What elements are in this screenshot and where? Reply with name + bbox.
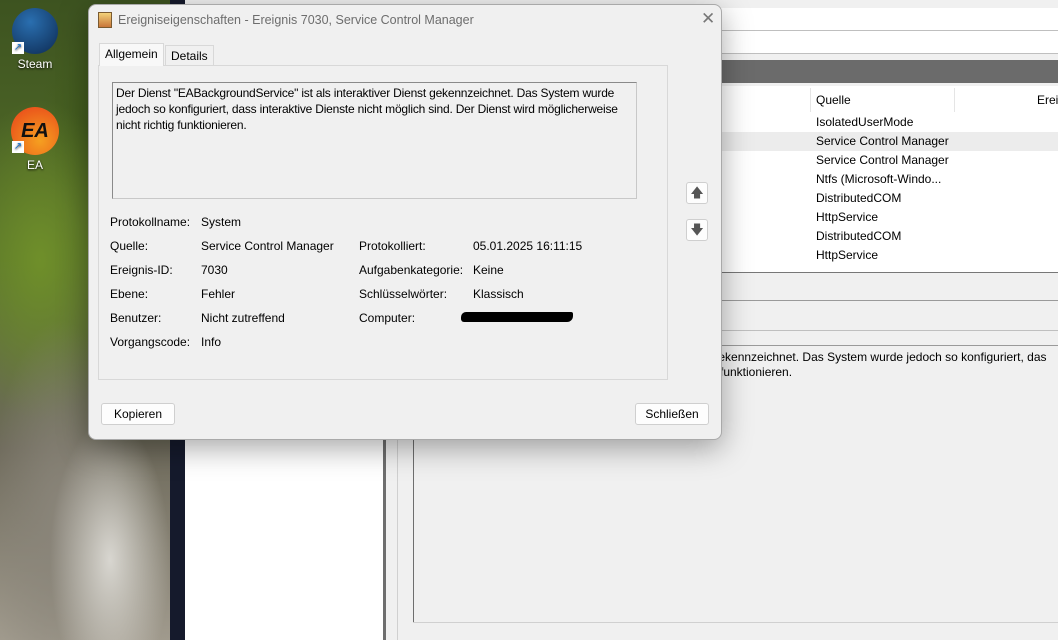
next-event-button[interactable]: 🡇 [686,219,708,241]
computer-label: Computer: [359,311,416,325]
desktop-icon-label: EA [26,158,43,172]
shortcut-arrow-icon: ↗ [12,42,24,54]
log-name-label: Protokollname: [110,215,191,229]
table-row[interactable]: Service Control Manager [816,151,1058,170]
task-category-label: Aufgabenkategorie: [359,263,464,277]
event-id-value: 7030 [201,263,228,277]
navigation-pane[interactable] [185,440,383,640]
tab-allgemein[interactable]: Allgemein [99,43,164,66]
table-row[interactable]: IsolatedUserMode [816,113,1058,132]
event-properties-dialog: Ereigniseigenschaften - Ereignis 7030, S… [88,4,722,440]
event-description-box[interactable]: Der Dienst "EABackgroundService" ist als… [112,82,637,199]
level-value: Fehler [201,287,236,301]
table-row[interactable]: Ntfs (Microsoft-Windo... [816,170,1058,189]
event-preview-text: t gekennzeichnet. Das System wurde jedoc… [705,350,1047,364]
table-row[interactable]: DistributedCOM [816,189,1058,208]
arrow-down-icon: 🡇 [690,222,704,237]
column-header-quelle[interactable]: Quelle [816,93,851,107]
table-row[interactable]: Service Control Manager [816,132,1058,151]
task-category-value: Keine [473,263,504,277]
table-row[interactable]: HttpService [816,208,1058,227]
column-header-ereignis[interactable]: Ereig [1037,93,1058,107]
computer-value-redacted [461,312,573,322]
source-label: Quelle: [110,239,149,253]
close-button[interactable]: Schließen [635,403,709,425]
pane-splitter[interactable] [383,440,386,640]
desktop-icon-label: Steam [17,57,53,71]
user-value: Nicht zutreffend [201,311,285,325]
opcode-value: Info [201,335,222,349]
previous-event-button[interactable]: 🡅 [686,182,708,204]
event-preview-text: funktionieren. [720,365,793,379]
user-label: Benutzer: [110,311,162,325]
table-row[interactable]: DistributedCOM [816,227,1058,246]
shortcut-arrow-icon: ↗ [12,141,24,153]
logged-value: 05.01.2025 16:11:15 [473,239,583,253]
source-value: Service Control Manager [201,239,334,253]
level-label: Ebene: [110,287,149,301]
logged-label: Protokolliert: [359,239,426,253]
event-id-label: Ereignis-ID: [110,263,173,277]
copy-button[interactable]: Kopieren [101,403,175,425]
arrow-up-icon: 🡅 [690,185,704,200]
dialog-title: Ereigniseigenschaften - Ereignis 7030, S… [118,13,474,27]
keywords-label: Schlüsselwörter: [359,287,448,301]
desktop-icon-steam[interactable]: ↗ Steam [0,8,70,71]
table-row[interactable]: HttpService [816,246,1058,265]
opcode-label: Vorgangscode: [110,335,191,349]
event-log-icon [98,12,112,28]
desktop-icon-ea[interactable]: EA ↗ EA [0,107,70,172]
keywords-value: Klassisch [473,287,524,301]
log-name-value: System [201,215,242,229]
close-icon[interactable]: ✕ [701,9,715,29]
tab-panel: Der Dienst "EABackgroundService" ist als… [98,65,668,380]
tab-details[interactable]: Details [165,45,214,66]
